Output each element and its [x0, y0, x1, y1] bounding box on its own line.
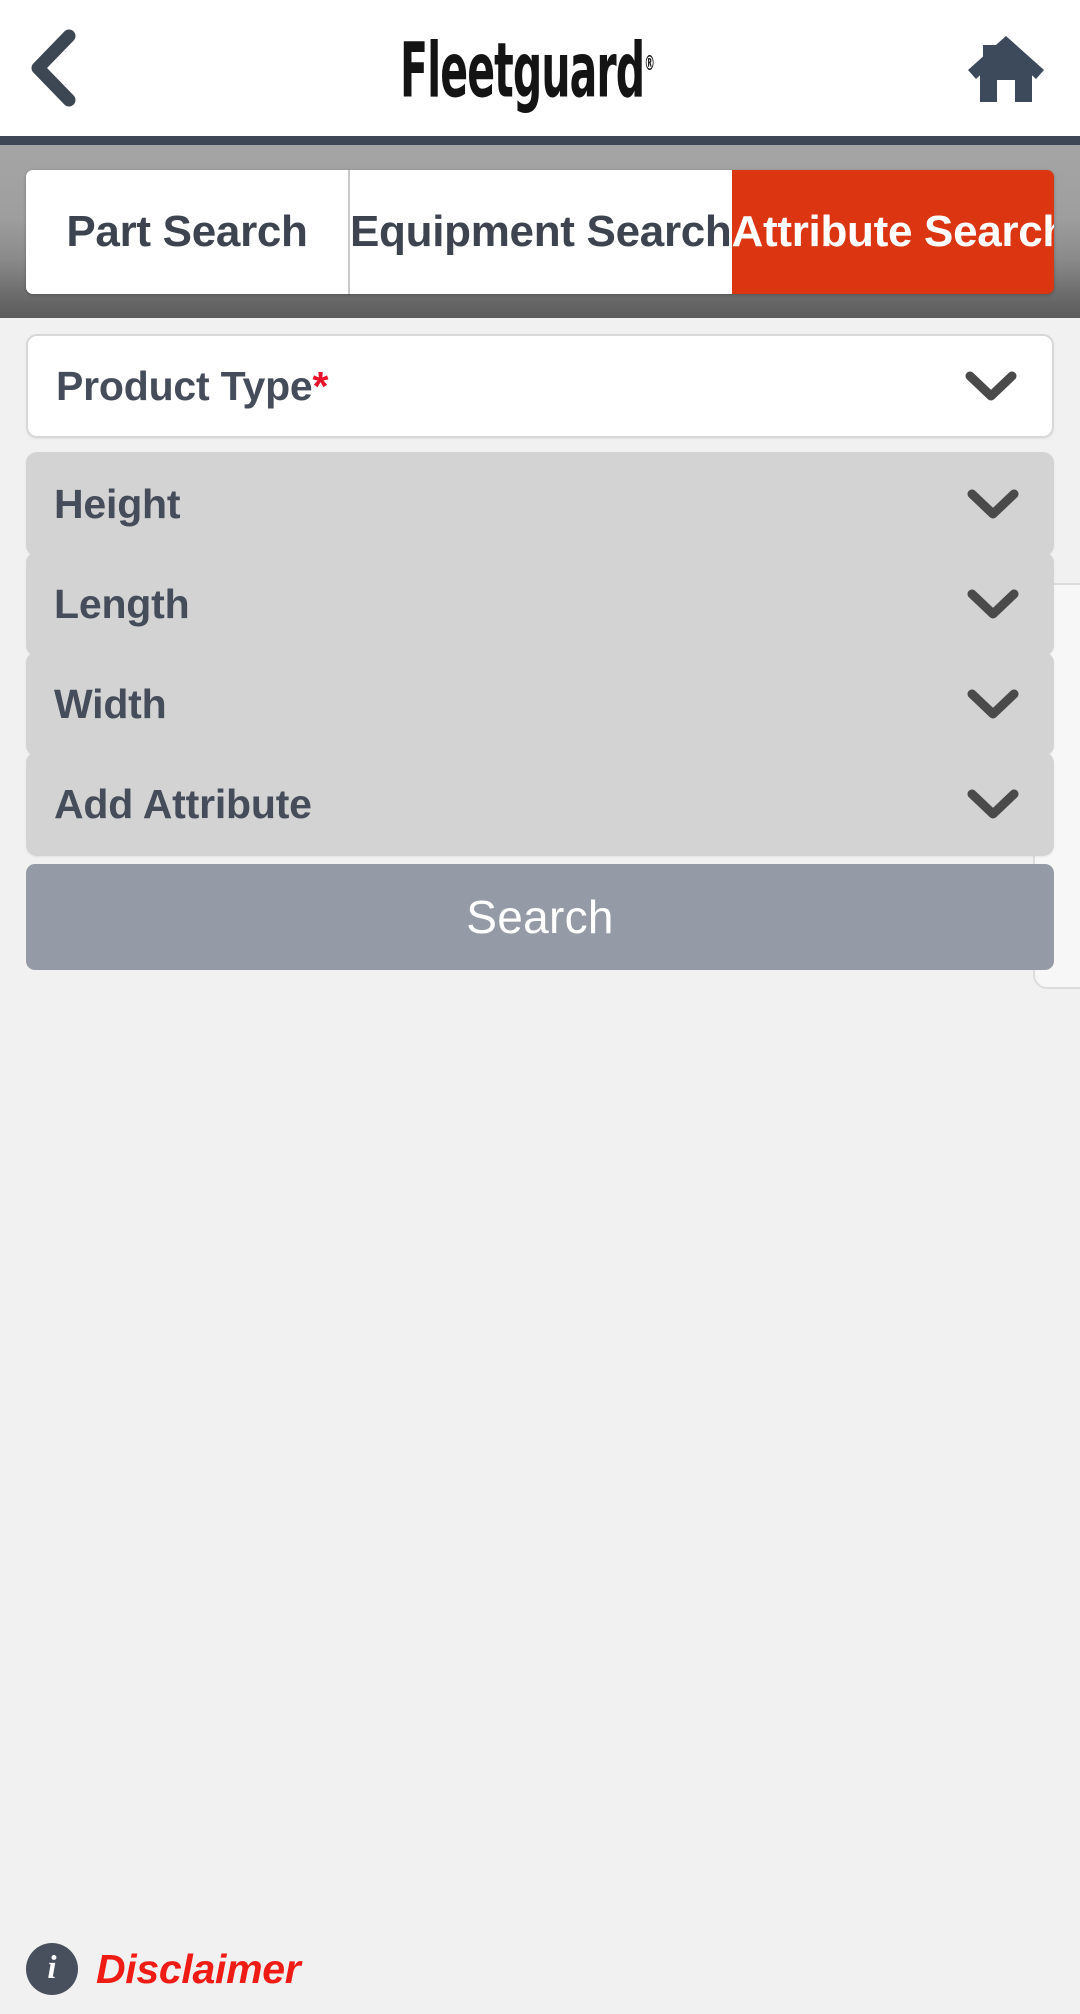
- chevron-down-icon: [966, 587, 1020, 621]
- tab-attribute-search[interactable]: Attribute Search: [731, 169, 1054, 294]
- search-mode-tabstrip: Part Search Equipment Search Attribute S…: [0, 145, 1080, 318]
- length-label: Length: [54, 580, 190, 627]
- search-button[interactable]: Search: [26, 864, 1054, 970]
- product-type-label: Product Type*: [56, 362, 329, 409]
- height-dropdown[interactable]: Height: [26, 452, 1054, 556]
- chevron-left-icon: [26, 27, 78, 109]
- attribute-search-form: Product Type* Height Length Width Add At…: [0, 318, 1080, 2014]
- chevron-down-icon: [964, 369, 1018, 403]
- height-label: Height: [54, 480, 181, 527]
- disclaimer-label: Disclaimer: [96, 1945, 301, 1992]
- chevron-down-icon: [966, 787, 1020, 821]
- home-button[interactable]: [956, 22, 1046, 114]
- add-attribute-label: Add Attribute: [54, 780, 312, 827]
- tab-part-search[interactable]: Part Search: [26, 169, 350, 294]
- product-type-dropdown[interactable]: Product Type*: [26, 334, 1054, 438]
- registered-trademark-mark: ®: [644, 51, 656, 75]
- add-attribute-dropdown[interactable]: Add Attribute: [26, 752, 1054, 856]
- header-divider: [0, 136, 1080, 145]
- brand-wordmark: Fleetguard®: [400, 25, 656, 115]
- length-dropdown[interactable]: Length: [26, 552, 1054, 656]
- width-label: Width: [54, 680, 167, 727]
- disclaimer-link[interactable]: i Disclaimer: [26, 1943, 301, 1995]
- required-asterisk: *: [312, 362, 329, 409]
- tab-equipment-search[interactable]: Equipment Search: [350, 169, 732, 294]
- home-icon: [966, 31, 1046, 105]
- app-screen: Fleetguard® Part Search Equipment Search…: [0, 0, 1080, 2014]
- chevron-down-icon: [966, 487, 1020, 521]
- back-button[interactable]: [26, 22, 100, 114]
- search-mode-tabs: Part Search Equipment Search Attribute S…: [26, 169, 1054, 294]
- app-header: Fleetguard®: [0, 0, 1080, 136]
- width-dropdown[interactable]: Width: [26, 652, 1054, 756]
- info-icon: i: [26, 1943, 78, 1995]
- brand-logo: Fleetguard®: [100, 22, 956, 114]
- chevron-down-icon: [966, 687, 1020, 721]
